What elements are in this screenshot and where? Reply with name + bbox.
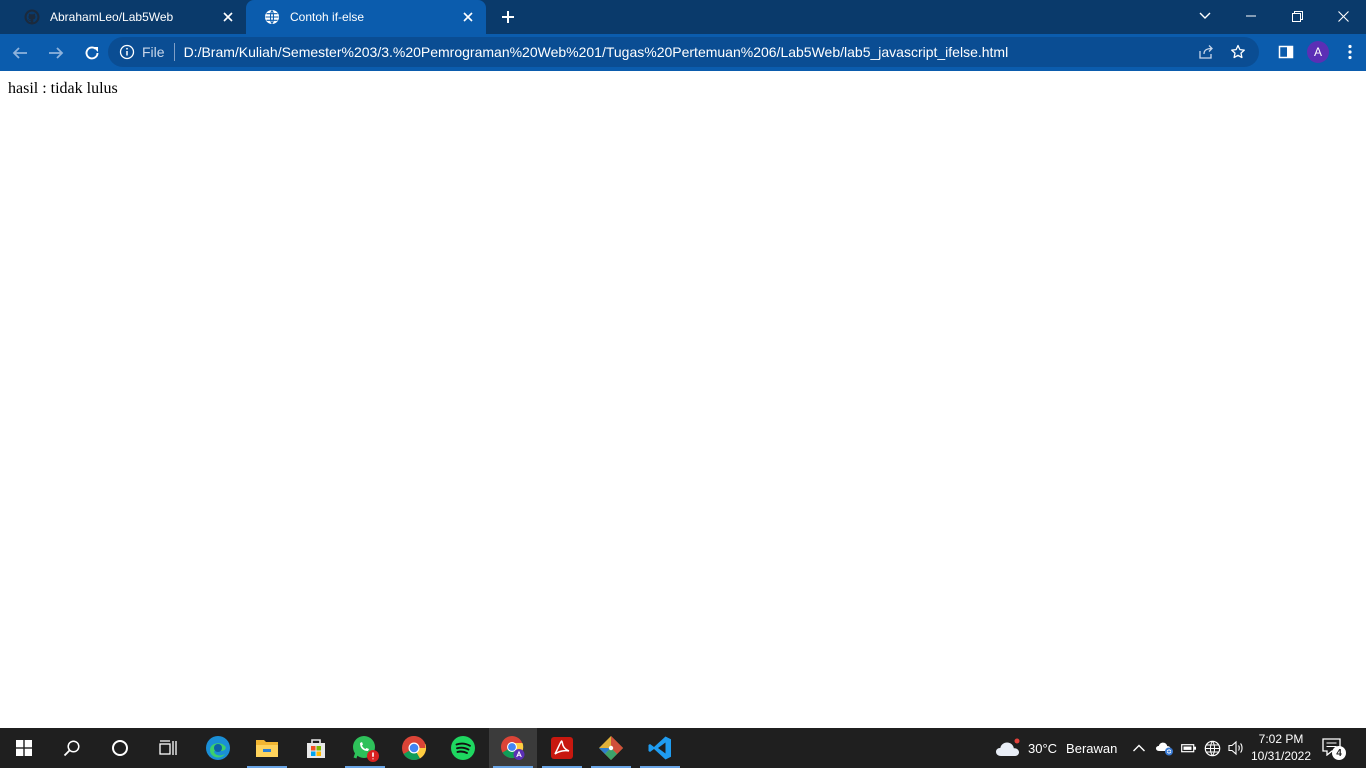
scheme-label: File bbox=[142, 44, 165, 60]
close-tab-icon[interactable] bbox=[460, 9, 476, 25]
arrow-right-icon bbox=[49, 46, 64, 59]
arrow-left-icon bbox=[12, 46, 27, 59]
task-view-icon bbox=[159, 740, 177, 755]
task-view-button[interactable] bbox=[144, 728, 192, 768]
taskbar-app-chrome[interactable] bbox=[390, 728, 438, 768]
tab-title: Contoh if-else bbox=[290, 10, 365, 24]
windows-taskbar: 30°C Berawan 7:02 PM 10/31/2022 4 bbox=[0, 728, 1366, 768]
spotify-icon bbox=[451, 736, 475, 760]
globe-icon bbox=[264, 9, 280, 25]
edge-icon bbox=[206, 736, 230, 760]
close-window-button[interactable] bbox=[1320, 0, 1366, 32]
taskbar-app-vscode[interactable] bbox=[636, 728, 684, 768]
notification-icon: 4 bbox=[1322, 736, 1346, 760]
weather-condition: Berawan bbox=[1066, 740, 1118, 756]
windows-icon bbox=[16, 740, 32, 756]
plus-icon bbox=[502, 11, 514, 23]
page-viewport: hasil : tidak lulus bbox=[0, 71, 1366, 728]
bookmark-star-icon[interactable] bbox=[1229, 43, 1247, 61]
vscode-icon bbox=[648, 736, 671, 760]
close-tab-icon[interactable] bbox=[220, 9, 236, 25]
notification-count-badge: 4 bbox=[1332, 746, 1346, 760]
weather-temperature: 30°C bbox=[1028, 740, 1058, 756]
cortana-icon bbox=[112, 740, 128, 756]
cloud-sync-icon bbox=[1156, 742, 1173, 756]
close-icon bbox=[1337, 10, 1349, 22]
onedrive-status[interactable] bbox=[1155, 728, 1175, 768]
url-text[interactable]: D:/Bram/Kuliah/Semester%203/3.%20Pemrogr… bbox=[184, 44, 1009, 60]
share-icon[interactable] bbox=[1197, 43, 1215, 61]
toolbar-right: A bbox=[1270, 36, 1366, 68]
reload-button[interactable] bbox=[76, 37, 108, 69]
search-button[interactable] bbox=[48, 728, 96, 768]
profile-button[interactable]: A bbox=[1302, 36, 1334, 68]
forward-button[interactable] bbox=[40, 37, 72, 69]
taskbar-app-chrome-profile[interactable] bbox=[489, 728, 537, 768]
cloud-icon bbox=[996, 738, 1020, 756]
avatar: A bbox=[1307, 41, 1329, 63]
taskbar-clock[interactable]: 7:02 PM 10/31/2022 bbox=[1246, 731, 1316, 765]
window-controls bbox=[1182, 0, 1366, 34]
restore-icon bbox=[1291, 10, 1303, 22]
taskbar-app-edge[interactable] bbox=[194, 728, 242, 768]
tab-search-button[interactable] bbox=[1182, 0, 1228, 32]
taskbar-app-store[interactable] bbox=[292, 728, 340, 768]
git-icon bbox=[599, 736, 623, 760]
globe-network-icon bbox=[1204, 740, 1221, 756]
minimize-icon bbox=[1246, 15, 1256, 17]
search-icon bbox=[63, 740, 80, 757]
taskbar-app-acrobat[interactable] bbox=[538, 728, 586, 768]
chrome-icon bbox=[402, 736, 427, 761]
new-tab-button[interactable] bbox=[490, 0, 526, 34]
taskbar-app-git[interactable] bbox=[587, 728, 635, 768]
kebab-menu-icon bbox=[1348, 44, 1352, 60]
taskbar-app-whatsapp[interactable] bbox=[341, 728, 389, 768]
back-button[interactable] bbox=[4, 37, 36, 69]
chevron-down-icon bbox=[1199, 12, 1211, 19]
battery-icon bbox=[1181, 744, 1196, 753]
divider bbox=[173, 43, 175, 61]
browser-toolbar: File D:/Bram/Kuliah/Semester%203/3.%20Pe… bbox=[0, 34, 1366, 71]
speaker-icon bbox=[1228, 740, 1243, 756]
chevron-up-icon bbox=[1133, 744, 1145, 752]
cortana-button[interactable] bbox=[96, 728, 144, 768]
clock-time: 7:02 PM bbox=[1258, 732, 1304, 746]
reload-icon bbox=[85, 46, 99, 59]
taskbar-app-file-explorer[interactable] bbox=[243, 728, 291, 768]
whatsapp-icon bbox=[353, 736, 379, 762]
browser-titlebar: AbrahamLeo/Lab5Web Contoh if-else bbox=[0, 0, 1366, 34]
microsoft-store-icon bbox=[307, 739, 325, 758]
menu-button[interactable] bbox=[1334, 36, 1366, 68]
clock-date: 10/31/2022 bbox=[1250, 749, 1312, 763]
github-icon bbox=[24, 9, 40, 25]
chrome-profile-icon bbox=[501, 736, 525, 760]
side-panel-icon bbox=[1278, 45, 1294, 59]
weather-widget[interactable]: 30°C Berawan bbox=[994, 728, 1117, 768]
tab-github[interactable]: AbrahamLeo/Lab5Web bbox=[6, 0, 246, 34]
address-bar[interactable]: File D:/Bram/Kuliah/Semester%203/3.%20Pe… bbox=[108, 37, 1259, 67]
file-explorer-icon bbox=[256, 740, 278, 757]
result-text: hasil : tidak lulus bbox=[8, 80, 118, 97]
network-status[interactable] bbox=[1204, 728, 1221, 768]
action-center-button[interactable]: 4 bbox=[1322, 728, 1346, 768]
tab-title: AbrahamLeo/Lab5Web bbox=[50, 10, 174, 24]
acrobat-icon bbox=[551, 737, 573, 759]
show-hidden-icons-button[interactable] bbox=[1132, 728, 1146, 768]
taskbar-app-spotify[interactable] bbox=[439, 728, 487, 768]
side-panel-button[interactable] bbox=[1270, 36, 1302, 68]
info-icon[interactable] bbox=[118, 43, 136, 61]
minimize-button[interactable] bbox=[1228, 0, 1274, 32]
battery-status[interactable] bbox=[1181, 728, 1197, 768]
restore-button[interactable] bbox=[1274, 0, 1320, 32]
tab-contoh-if-else[interactable]: Contoh if-else bbox=[246, 0, 486, 34]
volume-status[interactable] bbox=[1228, 728, 1245, 768]
start-button[interactable] bbox=[0, 728, 48, 768]
